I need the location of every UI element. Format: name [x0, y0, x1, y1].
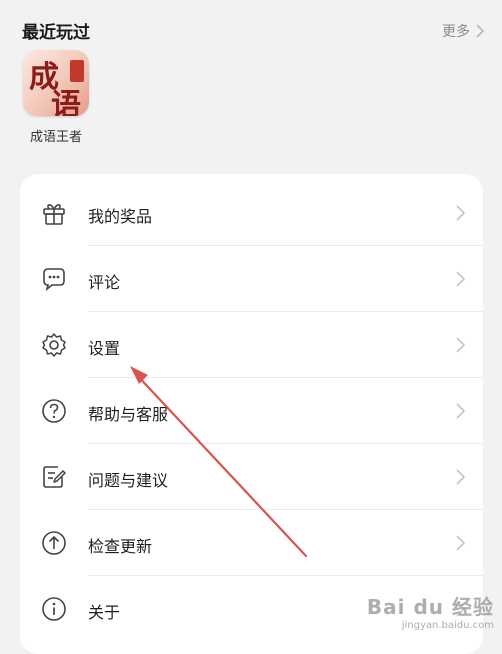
menu-item-help[interactable]: 帮助与客服 — [20, 378, 483, 444]
feedback-icon — [43, 466, 66, 488]
menu-label-prizes: 我的奖品 — [88, 207, 153, 226]
gear-icon — [42, 333, 66, 357]
recent-game-card[interactable]: 成 语 成语王者 — [20, 50, 92, 145]
chevron-right-icon — [456, 535, 465, 551]
menu-label-about: 关于 — [88, 603, 121, 622]
watermark-brand: Bai du 经验 — [366, 595, 494, 619]
menu-label-settings: 设置 — [88, 339, 121, 358]
menu-card: 我的奖品 评论 设置 帮助与客服 问题与建议 检查更新 关于 — [20, 174, 483, 654]
game-icon-char-2: 语 — [51, 88, 81, 116]
chevron-right-icon — [476, 24, 484, 38]
menu-item-settings[interactable]: 设置 — [20, 312, 483, 378]
game-app-icon[interactable]: 成 语 — [23, 50, 89, 116]
more-link[interactable]: 更多 — [442, 21, 484, 41]
watermark: Bai du 经验 jingyan.baidu.com — [367, 591, 494, 631]
comment-icon — [43, 268, 65, 292]
gift-icon — [43, 204, 65, 225]
chevron-right-icon — [456, 403, 465, 419]
menu-item-prizes[interactable]: 我的奖品 — [20, 180, 483, 246]
menu-label-check-update: 检查更新 — [88, 537, 153, 556]
menu-item-feedback[interactable]: 问题与建议 — [20, 444, 483, 510]
recent-title: 最近玩过 — [22, 23, 90, 43]
more-label: 更多 — [442, 24, 470, 40]
chevron-right-icon — [456, 205, 465, 221]
menu-label-feedback: 问题与建议 — [88, 471, 169, 490]
chevron-right-icon — [456, 271, 465, 287]
game-name: 成语王者 — [29, 130, 82, 145]
seal-stamp — [70, 60, 84, 82]
watermark-sub: jingyan.baidu.com — [401, 620, 494, 631]
menu-label-comments: 评论 — [88, 273, 121, 292]
chevron-right-icon — [456, 337, 465, 353]
update-icon — [42, 531, 66, 555]
menu-item-check-update[interactable]: 检查更新 — [20, 510, 483, 576]
info-icon — [42, 597, 66, 621]
chevron-right-icon — [456, 469, 465, 485]
help-icon — [42, 399, 66, 423]
menu-item-comments[interactable]: 评论 — [20, 246, 483, 312]
menu-label-help: 帮助与客服 — [88, 405, 169, 424]
